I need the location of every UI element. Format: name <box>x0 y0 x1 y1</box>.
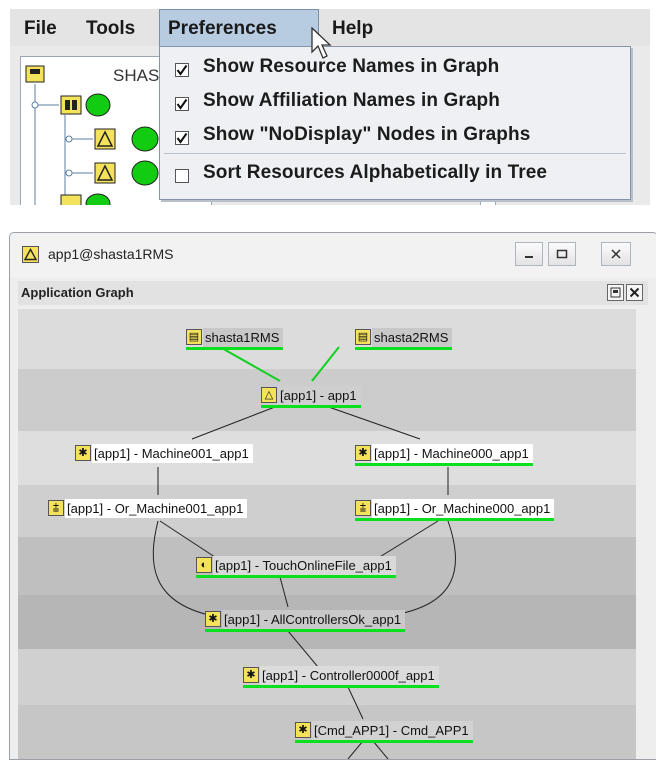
node-label: shasta1RMS <box>203 327 284 347</box>
maximize-button[interactable] <box>548 242 576 266</box>
main-window: File Tools Preferences Help SHAS Show Re… <box>0 0 656 205</box>
menu-item-sort-alphabetically[interactable]: Sort Resources Alphabetically in Tree <box>160 159 630 192</box>
asterisk-icon: ✱ <box>75 445 91 461</box>
detach-panel-icon[interactable] <box>607 284 624 301</box>
node-label: [app1] - Or_Machine001_app1 <box>65 498 248 518</box>
menu-item-show-affiliation-names[interactable]: Show Affiliation Names in Graph <box>160 87 630 120</box>
node-label: [app1] - Machine000_app1 <box>372 443 533 463</box>
menu-item-show-nodisplay-nodes[interactable]: Show "NoDisplay" Nodes in Graphs <box>160 121 630 154</box>
online-indicator <box>196 575 396 578</box>
panel-title: Application Graph <box>21 285 134 300</box>
or-gate-icon: ⩲ <box>48 500 64 516</box>
graph-node-controller0000f[interactable]: ✱ [app1] - Controller0000f_app1 <box>243 665 439 688</box>
graph-node-touchonlinefile[interactable]: ◐ [app1] - TouchOnlineFile_app1 <box>196 555 396 578</box>
graph-node-machine001[interactable]: ✱ [app1] - Machine001_app1 <box>75 443 253 463</box>
online-indicator <box>261 405 361 408</box>
graph-node-or-machine001[interactable]: ⩲ [app1] - Or_Machine001_app1 <box>48 498 248 518</box>
status-online-icon <box>85 93 111 117</box>
node-label: [app1] - AllControllersOk_app1 <box>222 609 406 629</box>
online-indicator <box>243 685 439 688</box>
close-panel-icon[interactable] <box>626 284 643 301</box>
online-indicator <box>295 740 473 743</box>
node-label: [app1] - Or_Machine000_app1 <box>372 498 555 518</box>
window-title: app1@shasta1RMS <box>48 246 174 262</box>
menu-item-show-resource-names[interactable]: Show Resource Names in Graph <box>160 53 630 86</box>
graph-node-or-machine000[interactable]: ⩲ [app1] - Or_Machine000_app1 <box>355 498 555 521</box>
graph-node-machine000[interactable]: ✱ [app1] - Machine000_app1 <box>355 443 533 466</box>
menu-tools[interactable]: Tools <box>86 9 135 46</box>
checkbox-unchecked-icon <box>174 168 189 183</box>
graph-node-shasta1rms[interactable]: ▤ shasta1RMS <box>186 327 284 350</box>
asterisk-icon: ✱ <box>355 445 371 461</box>
checkbox-checked-icon <box>174 130 189 145</box>
application-graph[interactable]: ▤ shasta1RMS ▤ shasta2RMS △ [app1] - app… <box>18 309 636 759</box>
online-indicator <box>355 347 453 350</box>
online-indicator <box>355 463 533 466</box>
application-window: app1@shasta1RMS Application Graph ▤ shas… <box>9 232 656 760</box>
menu-item-label: Show Resource Names in Graph <box>203 56 500 77</box>
window-titlebar[interactable]: app1@shasta1RMS <box>10 233 656 277</box>
graph-edges <box>152 346 457 759</box>
online-indicator <box>186 347 284 350</box>
checkbox-checked-icon <box>174 96 189 111</box>
panel-header: Application Graph <box>18 281 648 305</box>
graph-node-app1[interactable]: △ [app1] - app1 <box>261 385 361 408</box>
host-icon: ▤ <box>186 329 202 345</box>
node-label: shasta2RMS <box>372 327 453 347</box>
online-indicator <box>205 629 406 632</box>
node-label: [Cmd_APP1] - Cmd_APP1 <box>312 720 473 740</box>
app-triangle-icon <box>22 246 39 263</box>
online-indicator <box>355 518 555 521</box>
menu-item-label: Show "NoDisplay" Nodes in Graphs <box>203 124 531 145</box>
menu-item-label: Show Affiliation Names in Graph <box>203 90 500 111</box>
menu-help[interactable]: Help <box>332 9 373 46</box>
asterisk-icon: ✱ <box>205 611 221 627</box>
menu-preferences[interactable]: Preferences <box>159 9 319 46</box>
or-gate-icon: ⩲ <box>355 500 371 516</box>
mouse-cursor-icon <box>311 27 332 59</box>
asterisk-icon: ✱ <box>295 722 311 738</box>
menu-file[interactable]: File <box>24 9 57 46</box>
node-label: [app1] - TouchOnlineFile_app1 <box>213 555 396 575</box>
menu-item-label: Sort Resources Alphabetically in Tree <box>203 162 548 183</box>
checkbox-checked-icon <box>174 62 189 77</box>
node-label: [app1] - Controller0000f_app1 <box>260 665 439 685</box>
host-icon: ▤ <box>355 329 371 345</box>
preferences-dropdown: Show Resource Names in Graph Show Affili… <box>159 46 631 200</box>
graph-node-allcontrollersok[interactable]: ✱ [app1] - AllControllersOk_app1 <box>205 609 406 632</box>
graph-node-shasta2rms[interactable]: ▤ shasta2RMS <box>355 327 453 350</box>
menu-separator <box>164 153 626 154</box>
tree-root-label: SHAS <box>113 66 159 85</box>
node-label: [app1] - Machine001_app1 <box>92 443 253 463</box>
graph-node-cmd-app1[interactable]: ✱ [Cmd_APP1] - Cmd_APP1 <box>295 720 473 743</box>
app-triangle-icon: △ <box>261 387 277 403</box>
minimize-button[interactable] <box>515 242 543 266</box>
asterisk-icon: ✱ <box>243 667 259 683</box>
node-label: [app1] - app1 <box>278 385 361 405</box>
close-button[interactable] <box>601 242 631 266</box>
file-icon: ◐ <box>196 557 212 573</box>
